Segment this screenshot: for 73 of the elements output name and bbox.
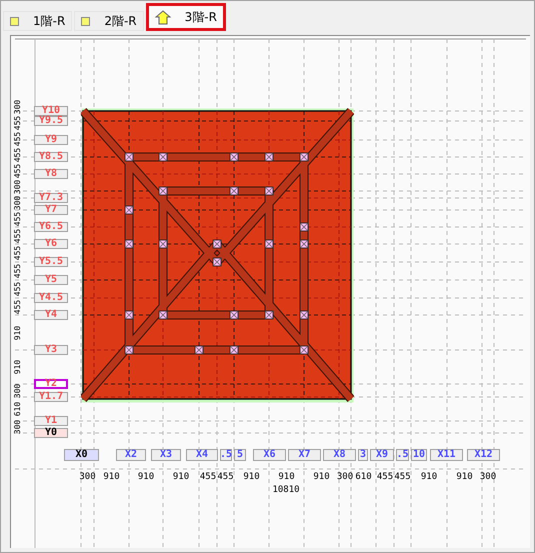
grid-line-label[interactable]: X0 [64, 449, 99, 461]
grid-line-label[interactable]: X9 [370, 449, 394, 461]
dimension-label: 910 [14, 360, 22, 374]
grid-line-label[interactable]: Y2 [34, 379, 68, 389]
floor-tab[interactable]: 3階-R [146, 3, 226, 31]
dimension-label: 910 [14, 325, 22, 340]
dimension-label: 455 [376, 473, 394, 482]
grid-line-label[interactable]: Y9.5 [34, 116, 68, 126]
grid-line-label[interactable]: 10 [411, 449, 427, 461]
dimension-label: 910 [103, 473, 120, 482]
grid-line-label[interactable]: Y3 [34, 345, 68, 355]
dimension-label: 910 [278, 473, 295, 482]
dimension-label: 610 [355, 473, 372, 482]
grid-line-label[interactable]: 5 [234, 449, 246, 461]
dimension-label: 300 [14, 195, 22, 210]
grid-line-label[interactable]: X6 [253, 449, 286, 461]
dimension-label: 455 [14, 299, 22, 314]
dimension-label: 610 [14, 402, 22, 416]
dimension-label: 910 [138, 473, 154, 482]
dimension-label: 455 [200, 473, 216, 482]
grid-line-label[interactable]: .5 [396, 449, 409, 461]
grid-line-label[interactable]: X7 [288, 449, 321, 461]
dimension-label: 455 [14, 115, 22, 130]
dimension-label: 300 [14, 99, 22, 114]
dimension-label: 910 [243, 473, 260, 482]
grid-line-label[interactable]: Y8.5 [34, 152, 68, 162]
dimension-label: 910 [172, 473, 190, 482]
dimension-label: 455 [14, 163, 22, 178]
grid-line-label[interactable]: X8 [323, 449, 356, 461]
dimension-label: 300 [79, 473, 96, 482]
grid-line-label[interactable]: X4 [186, 449, 218, 461]
dimension-label: 300 [14, 383, 22, 398]
grid-line-label[interactable]: Y1.7 [34, 392, 68, 402]
dimension-label: 910 [313, 473, 330, 482]
grid-line-label[interactable]: Y6 [34, 239, 68, 249]
dimension-label: 455 [14, 228, 22, 243]
grid-line-label[interactable]: Y9 [34, 135, 68, 145]
grid-line-label[interactable]: Y4.5 [34, 293, 68, 303]
grid-line-label[interactable]: Y1 [34, 416, 68, 426]
grid-line-label[interactable]: Y8 [34, 169, 68, 179]
grid-line-label[interactable]: Y5.5 [34, 257, 68, 267]
dimension-label: 455 [14, 264, 22, 278]
dimension-label: 300 [480, 473, 496, 482]
dimension-label: 300 [14, 179, 22, 194]
floor-tab[interactable]: 1階-R [3, 11, 72, 31]
grid-line-label[interactable]: Y7 [34, 205, 68, 215]
square-icon [10, 16, 19, 26]
floor-tab[interactable]: 2階-R [74, 11, 144, 31]
dimension-label: 455 [217, 473, 234, 482]
dimension-label: 455 [14, 282, 22, 296]
grid-line-label[interactable]: Y7.3 [34, 193, 68, 203]
grid-line-label[interactable]: X12 [467, 449, 500, 461]
grid-line-label[interactable]: Y6.5 [34, 222, 68, 232]
dimension-label: 455 [14, 131, 22, 146]
total-dimension-label: 10810 [272, 486, 300, 495]
dimension-label: 455 [14, 211, 22, 226]
dimension-label: 455 [394, 473, 411, 482]
grid-line-label[interactable]: X11 [430, 449, 463, 461]
grid-line-label[interactable]: Y10 [34, 106, 68, 116]
dimension-label: 455 [14, 246, 22, 260]
dimension-label: 455 [14, 147, 22, 162]
grid-line-label[interactable]: Y0 [34, 428, 68, 438]
dimension-label: 910 [456, 473, 473, 482]
grid-line-label[interactable]: Y4 [34, 310, 68, 320]
grid-line-label[interactable]: X3 [151, 449, 181, 461]
dimension-label: 300 [336, 473, 354, 482]
grid-line-label[interactable]: .5 [220, 449, 232, 461]
dimension-label: 300 [14, 420, 22, 434]
grid-line-label[interactable]: X2 [116, 449, 146, 461]
square-icon [81, 16, 90, 26]
grid-line-label[interactable]: Y5 [34, 275, 68, 285]
dimension-label: 910 [420, 473, 438, 482]
grid-line-label[interactable]: 3 [358, 449, 368, 461]
